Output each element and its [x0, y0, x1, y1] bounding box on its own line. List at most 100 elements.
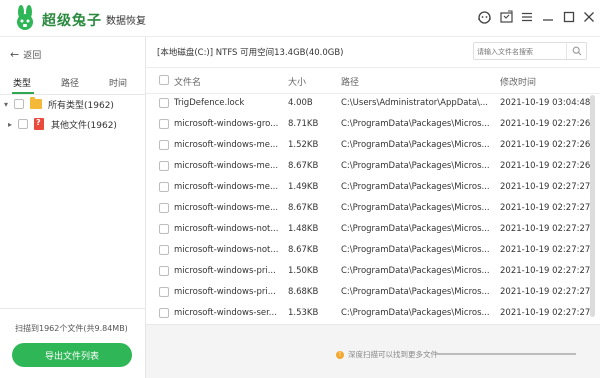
file-modified: 2021-10-19 02:27:27: [500, 245, 591, 255]
row-checkbox[interactable]: [159, 203, 169, 213]
table-header: 文件名 大小 路径 修改时间: [146, 70, 600, 92]
left-panel: ← 返回 类型 路径 时间 ▾ 所有类型(1962) ▸ 其他文件(1962) …: [0, 37, 146, 378]
filter-tabs: 类型 路径 时间: [0, 73, 145, 95]
row-checkbox[interactable]: [159, 266, 169, 276]
row-checkbox[interactable]: [159, 287, 169, 297]
column-header-modified[interactable]: 修改时间: [500, 75, 536, 88]
folder-icon: [30, 97, 42, 109]
chevron-right-icon[interactable]: ▸: [8, 120, 18, 129]
file-modified: 2021-10-19 02:27:27: [500, 203, 591, 213]
row-checkbox[interactable]: [159, 140, 169, 150]
table-row[interactable]: microsoft-windows-pri... 1.50KB C:\Progr…: [146, 261, 600, 282]
checkbox[interactable]: [14, 99, 24, 109]
table-row[interactable]: microsoft-windows-me... 1.49KB C:\Progra…: [146, 177, 600, 198]
row-checkbox[interactable]: [159, 119, 169, 129]
scrollbar-thumb[interactable]: [590, 95, 595, 317]
scan-progress-fill: [436, 353, 576, 355]
close-icon[interactable]: [580, 8, 598, 26]
info-icon: !: [336, 350, 344, 359]
row-checkbox[interactable]: [159, 182, 169, 192]
minimize-icon[interactable]: [539, 8, 557, 26]
tab-type[interactable]: 类型: [13, 76, 31, 89]
maximize-icon[interactable]: [560, 8, 578, 26]
scan-progress-bar: [436, 353, 576, 355]
row-checkbox[interactable]: [159, 224, 169, 234]
table-row[interactable]: microsoft-windows-me... 8.67KB C:\Progra…: [146, 156, 600, 177]
export-file-list-button[interactable]: 导出文件列表: [12, 343, 132, 367]
file-modified: 2021-10-19 02:27:27: [500, 182, 591, 192]
file-name: microsoft-windows-me...: [174, 140, 279, 150]
support-icon[interactable]: [475, 8, 493, 26]
file-path: C:\ProgramData\Packages\Micros...: [341, 161, 490, 171]
file-name: microsoft-windows-ser...: [174, 308, 277, 318]
file-path: C:\ProgramData\Packages\Micros...: [341, 266, 490, 276]
menu-icon[interactable]: [518, 8, 536, 26]
column-header-name[interactable]: 文件名: [174, 75, 201, 88]
vertical-scrollbar[interactable]: [589, 93, 597, 319]
search-input[interactable]: [477, 45, 565, 58]
main-panel: [本地磁盘(C:)] NTFS 可用空间13.4GB(40.0GB) 文件名 大…: [146, 37, 600, 378]
row-checkbox[interactable]: [159, 161, 169, 171]
file-modified: 2021-10-19 03:04:48: [500, 98, 591, 108]
column-header-size[interactable]: 大小: [288, 75, 306, 88]
file-name: microsoft-windows-gro...: [174, 119, 279, 129]
row-checkbox[interactable]: [159, 98, 169, 108]
deep-scan-tip: ! 深度扫描可以找到更多文件: [336, 349, 438, 360]
file-size: 8.67KB: [288, 245, 319, 255]
table-row[interactable]: microsoft-windows-me... 8.67KB C:\Progra…: [146, 198, 600, 219]
table-row[interactable]: microsoft-windows-me... 1.52KB C:\Progra…: [146, 135, 600, 156]
file-size: 1.48KB: [288, 224, 319, 234]
file-name: microsoft-windows-not...: [174, 224, 279, 234]
file-path: C:\Users\Administrator\AppData\...: [341, 98, 489, 108]
row-checkbox[interactable]: [159, 245, 169, 255]
table-row[interactable]: TrigDefence.lock 4.00B C:\Users\Administ…: [146, 93, 600, 114]
file-path: C:\ProgramData\Packages\Micros...: [341, 245, 490, 255]
scan-summary: 扫描到1962个文件(共9.84MB): [15, 324, 128, 333]
row-checkbox[interactable]: [159, 308, 169, 318]
file-name: microsoft-windows-me...: [174, 161, 279, 171]
search-icon: [572, 46, 581, 56]
rabbit-logo-icon: [17, 5, 33, 30]
file-size: 8.67KB: [288, 203, 319, 213]
file-name: microsoft-windows-pri...: [174, 287, 276, 297]
back-arrow-icon: ←: [10, 48, 20, 61]
file-path: C:\ProgramData\Packages\Micros...: [341, 287, 490, 297]
tab-time[interactable]: 时间: [109, 76, 127, 89]
file-size: 1.50KB: [288, 266, 319, 276]
select-all-checkbox[interactable]: [159, 75, 169, 85]
file-modified: 2021-10-19 02:27:26: [500, 161, 591, 171]
file-modified: 2021-10-19 02:27:27: [500, 287, 591, 297]
column-header-path[interactable]: 路径: [341, 75, 359, 88]
file-name: microsoft-windows-me...: [174, 203, 279, 213]
chevron-down-icon[interactable]: ▾: [4, 100, 14, 109]
file-size: 4.00B: [288, 98, 313, 108]
app-title: 超级兔子: [42, 13, 102, 29]
tree-item-label: 其他文件(1962): [51, 120, 117, 131]
divider: [0, 308, 145, 309]
file-size: 1.53KB: [288, 308, 319, 318]
file-path: C:\ProgramData\Packages\Micros...: [341, 182, 490, 192]
tree-item-all-types[interactable]: ▾ 所有类型(1962): [0, 94, 145, 114]
file-size: 8.67KB: [288, 161, 319, 171]
search-button[interactable]: [566, 43, 586, 59]
table-row[interactable]: microsoft-windows-gro... 8.71KB C:\Progr…: [146, 114, 600, 135]
file-size: 8.68KB: [288, 287, 319, 297]
deep-scan-tip-text: 深度扫描可以找到更多文件: [348, 350, 438, 359]
table-row[interactable]: microsoft-windows-not... 8.67KB C:\Progr…: [146, 240, 600, 261]
file-path: C:\ProgramData\Packages\Micros...: [341, 224, 490, 234]
file-size: 1.52KB: [288, 140, 319, 150]
search-box[interactable]: [473, 42, 587, 60]
tree-item-other-files[interactable]: ▸ 其他文件(1962): [0, 114, 145, 134]
file-name: microsoft-windows-not...: [174, 245, 279, 255]
checkbox[interactable]: [18, 119, 28, 129]
table-row[interactable]: microsoft-windows-not... 1.48KB C:\Progr…: [146, 219, 600, 240]
file-name: microsoft-windows-me...: [174, 182, 279, 192]
table-row[interactable]: microsoft-windows-ser... 1.53KB C:\Progr…: [146, 303, 600, 324]
file-path: C:\ProgramData\Packages\Micros...: [341, 308, 490, 318]
back-button[interactable]: ← 返回: [10, 48, 41, 61]
tab-path[interactable]: 路径: [61, 76, 79, 89]
screenshot-icon[interactable]: [497, 8, 515, 26]
table-row[interactable]: microsoft-windows-pri... 8.68KB C:\Progr…: [146, 282, 600, 303]
other-file-icon: [34, 118, 44, 130]
file-list: TrigDefence.lock 4.00B C:\Users\Administ…: [146, 93, 600, 324]
